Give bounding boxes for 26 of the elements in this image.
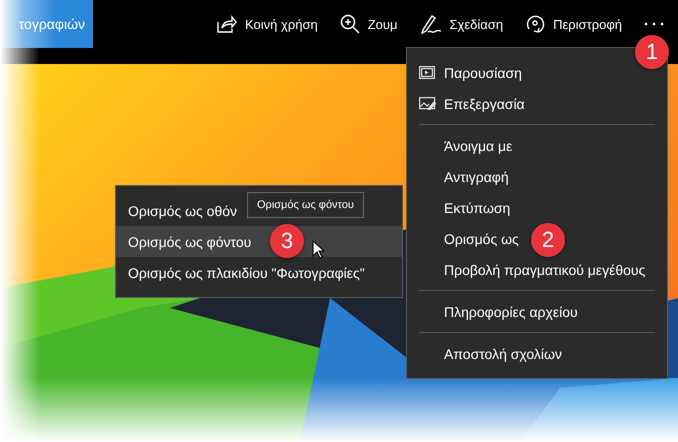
tooltip: Ορισμός ως φόντου bbox=[247, 192, 364, 218]
share-icon bbox=[217, 15, 238, 33]
submenu-item[interactable]: Ορισμός ως οθόν bbox=[128, 202, 238, 218]
rotate-button[interactable]: Περιστροφή bbox=[525, 14, 622, 34]
pen-icon bbox=[420, 14, 442, 34]
draw-button[interactable]: Σχεδίαση bbox=[420, 14, 504, 34]
zoom-in-icon bbox=[340, 14, 360, 34]
menu-item[interactable]: Άνοιγμα με bbox=[444, 138, 512, 154]
menu-item[interactable]: Επεξεργασία bbox=[444, 96, 525, 112]
submenu-item[interactable]: Ορισμός ως πλακιδίου "Φωτογραφίες" bbox=[128, 264, 365, 280]
share-button[interactable]: Κοινή χρήση bbox=[217, 15, 318, 33]
menu-item[interactable]: Προβολή πραγματικού μεγέθους bbox=[444, 262, 646, 278]
menu-item[interactable]: Αντιγραφή bbox=[444, 168, 509, 184]
menu-item[interactable]: Ορισμός ως bbox=[444, 230, 519, 246]
rotate-icon bbox=[525, 14, 546, 34]
mouse-pointer-icon bbox=[312, 240, 325, 259]
slideshow-icon bbox=[419, 66, 435, 79]
menu-item[interactable]: Εκτύπωση bbox=[444, 200, 510, 216]
zoom-button[interactable]: Ζουμ bbox=[340, 14, 398, 34]
menu-item[interactable]: Αποστολή σχολίων bbox=[444, 346, 562, 362]
more-icon[interactable] bbox=[644, 21, 664, 27]
menu-item[interactable]: Πληροφορίες αρχείου bbox=[444, 304, 578, 320]
edit-picture-icon bbox=[419, 97, 436, 110]
menu-item[interactable]: Παρουσίαση bbox=[444, 64, 522, 80]
app-tab[interactable]: τογραφιών bbox=[0, 0, 93, 48]
submenu-item[interactable]: Ορισμός ως φόντου bbox=[128, 234, 252, 250]
